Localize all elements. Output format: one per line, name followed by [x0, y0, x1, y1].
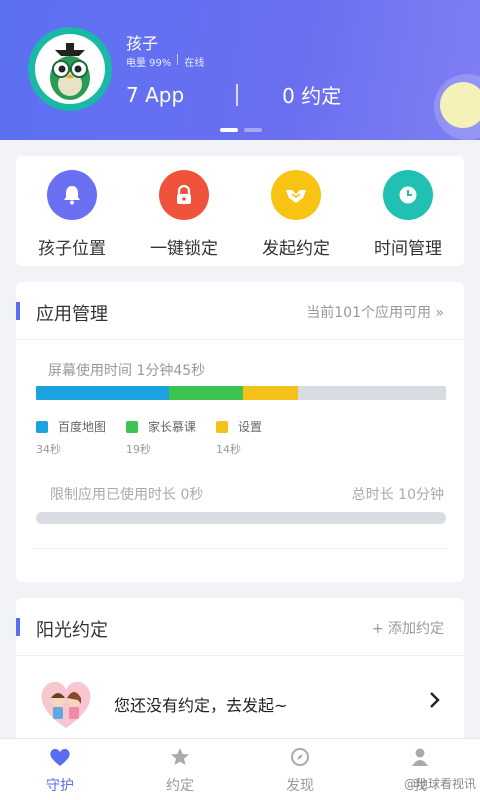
person-icon [410, 747, 430, 771]
lock-icon [159, 170, 209, 220]
status-divider [177, 54, 179, 65]
usage-legend: 百度地图 34秒 家长慕课 19秒 设置 14秒 [36, 418, 306, 457]
usage-bar [36, 386, 446, 400]
bottom-nav: 守护 约定 发现 我 @地球看视讯 [0, 738, 480, 800]
legend-app-name: 家长慕课 [148, 420, 197, 434]
empty-agreement-text: 您还没有约定，去发起~ [114, 696, 288, 715]
agreement-title: 阳光约定 [36, 620, 108, 641]
legend-app-time: 14秒 [216, 443, 241, 456]
tab-agreement[interactable]: 约定 [120, 739, 240, 800]
device-status: 电量 99% 在线 [126, 54, 204, 69]
child-name: 孩子 [126, 34, 159, 53]
divider [32, 548, 448, 549]
tab-discover[interactable]: 发现 [240, 739, 360, 800]
one-key-lock-label: 一键锁定 [150, 239, 218, 259]
app-management-card: 应用管理 当前101个应用可用 » 屏幕使用时间 1分钟45秒 百度地图 34秒… [16, 282, 464, 582]
legend-swatch [36, 420, 48, 433]
bell-icon [47, 170, 97, 220]
legend-item[interactable]: 百度地图 34秒 [36, 418, 126, 457]
tab-label: 发现 [286, 778, 314, 794]
usage-segment [168, 386, 243, 400]
handshake-icon [271, 170, 321, 220]
watermark: @地球看视讯 [403, 777, 476, 791]
heart-icon [49, 747, 71, 771]
legend-app-name: 百度地图 [58, 420, 107, 434]
online-status: 在线 [184, 58, 205, 69]
app-management-header: 应用管理 当前101个应用可用 » [16, 282, 464, 340]
agreement-header: 阳光约定 + 添加约定 [16, 598, 464, 656]
time-management-label: 时间管理 [374, 239, 442, 259]
stats-divider [236, 83, 239, 106]
legend-item[interactable]: 设置 14秒 [216, 418, 306, 457]
owl-avatar-image [35, 34, 105, 104]
section-accent-bar [16, 618, 20, 636]
tab-label: 守护 [46, 778, 74, 794]
page-dot [244, 128, 262, 132]
limit-total-text: 总时长 10分钟 [351, 487, 444, 503]
moon-decoration [440, 82, 480, 128]
add-agreement-button[interactable]: + 添加约定 [372, 618, 444, 638]
chevron-right-icon[interactable] [428, 690, 442, 715]
page-indicator [220, 128, 262, 132]
tab-label: 约定 [166, 778, 194, 794]
agreement-count[interactable]: 0 约定 [282, 80, 341, 109]
children-illustration [36, 676, 96, 734]
time-management-button[interactable]: 时间管理 [353, 170, 463, 266]
compass-icon [290, 747, 310, 771]
legend-item[interactable]: 家长慕课 19秒 [126, 418, 216, 457]
section-accent-bar [16, 302, 20, 320]
tab-guard[interactable]: 守护 [0, 739, 120, 800]
page-dot-active [220, 128, 238, 132]
avatar[interactable] [28, 27, 112, 111]
limit-progress-bar [36, 512, 446, 524]
legend-app-time: 19秒 [126, 443, 151, 456]
one-key-lock-button[interactable]: 一键锁定 [129, 170, 239, 266]
legend-app-time: 34秒 [36, 443, 61, 456]
star-icon [170, 747, 190, 771]
available-apps-link[interactable]: 当前101个应用可用 » [306, 302, 444, 322]
app-management-title: 应用管理 [36, 304, 108, 325]
child-location-label: 孩子位置 [38, 239, 106, 259]
start-agreement-label: 发起约定 [262, 239, 330, 259]
limit-used-text: 限制应用已使用时长 0秒 [50, 487, 204, 503]
screen-time-text: 屏幕使用时间 1分钟45秒 [48, 363, 206, 379]
profile-header: 孩子 电量 99% 在线 7 App 0 约定 [0, 0, 480, 140]
clock-icon [383, 170, 433, 220]
legend-swatch [216, 420, 228, 433]
child-location-button[interactable]: 孩子位置 [17, 170, 127, 266]
start-agreement-button[interactable]: 发起约定 [241, 170, 351, 266]
app-count[interactable]: 7 App [126, 83, 184, 107]
usage-segment [36, 386, 169, 400]
battery-status: 电量 99% [126, 58, 172, 69]
legend-app-name: 设置 [238, 420, 263, 434]
quick-actions: 孩子位置 一键锁定 发起约定 时间管理 [16, 156, 464, 266]
legend-swatch [126, 420, 138, 433]
stats-row: 7 App 0 约定 [126, 80, 341, 109]
usage-segment [242, 386, 298, 400]
agreement-card: 阳光约定 + 添加约定 您还没有约定，去发起~ [16, 598, 464, 748]
